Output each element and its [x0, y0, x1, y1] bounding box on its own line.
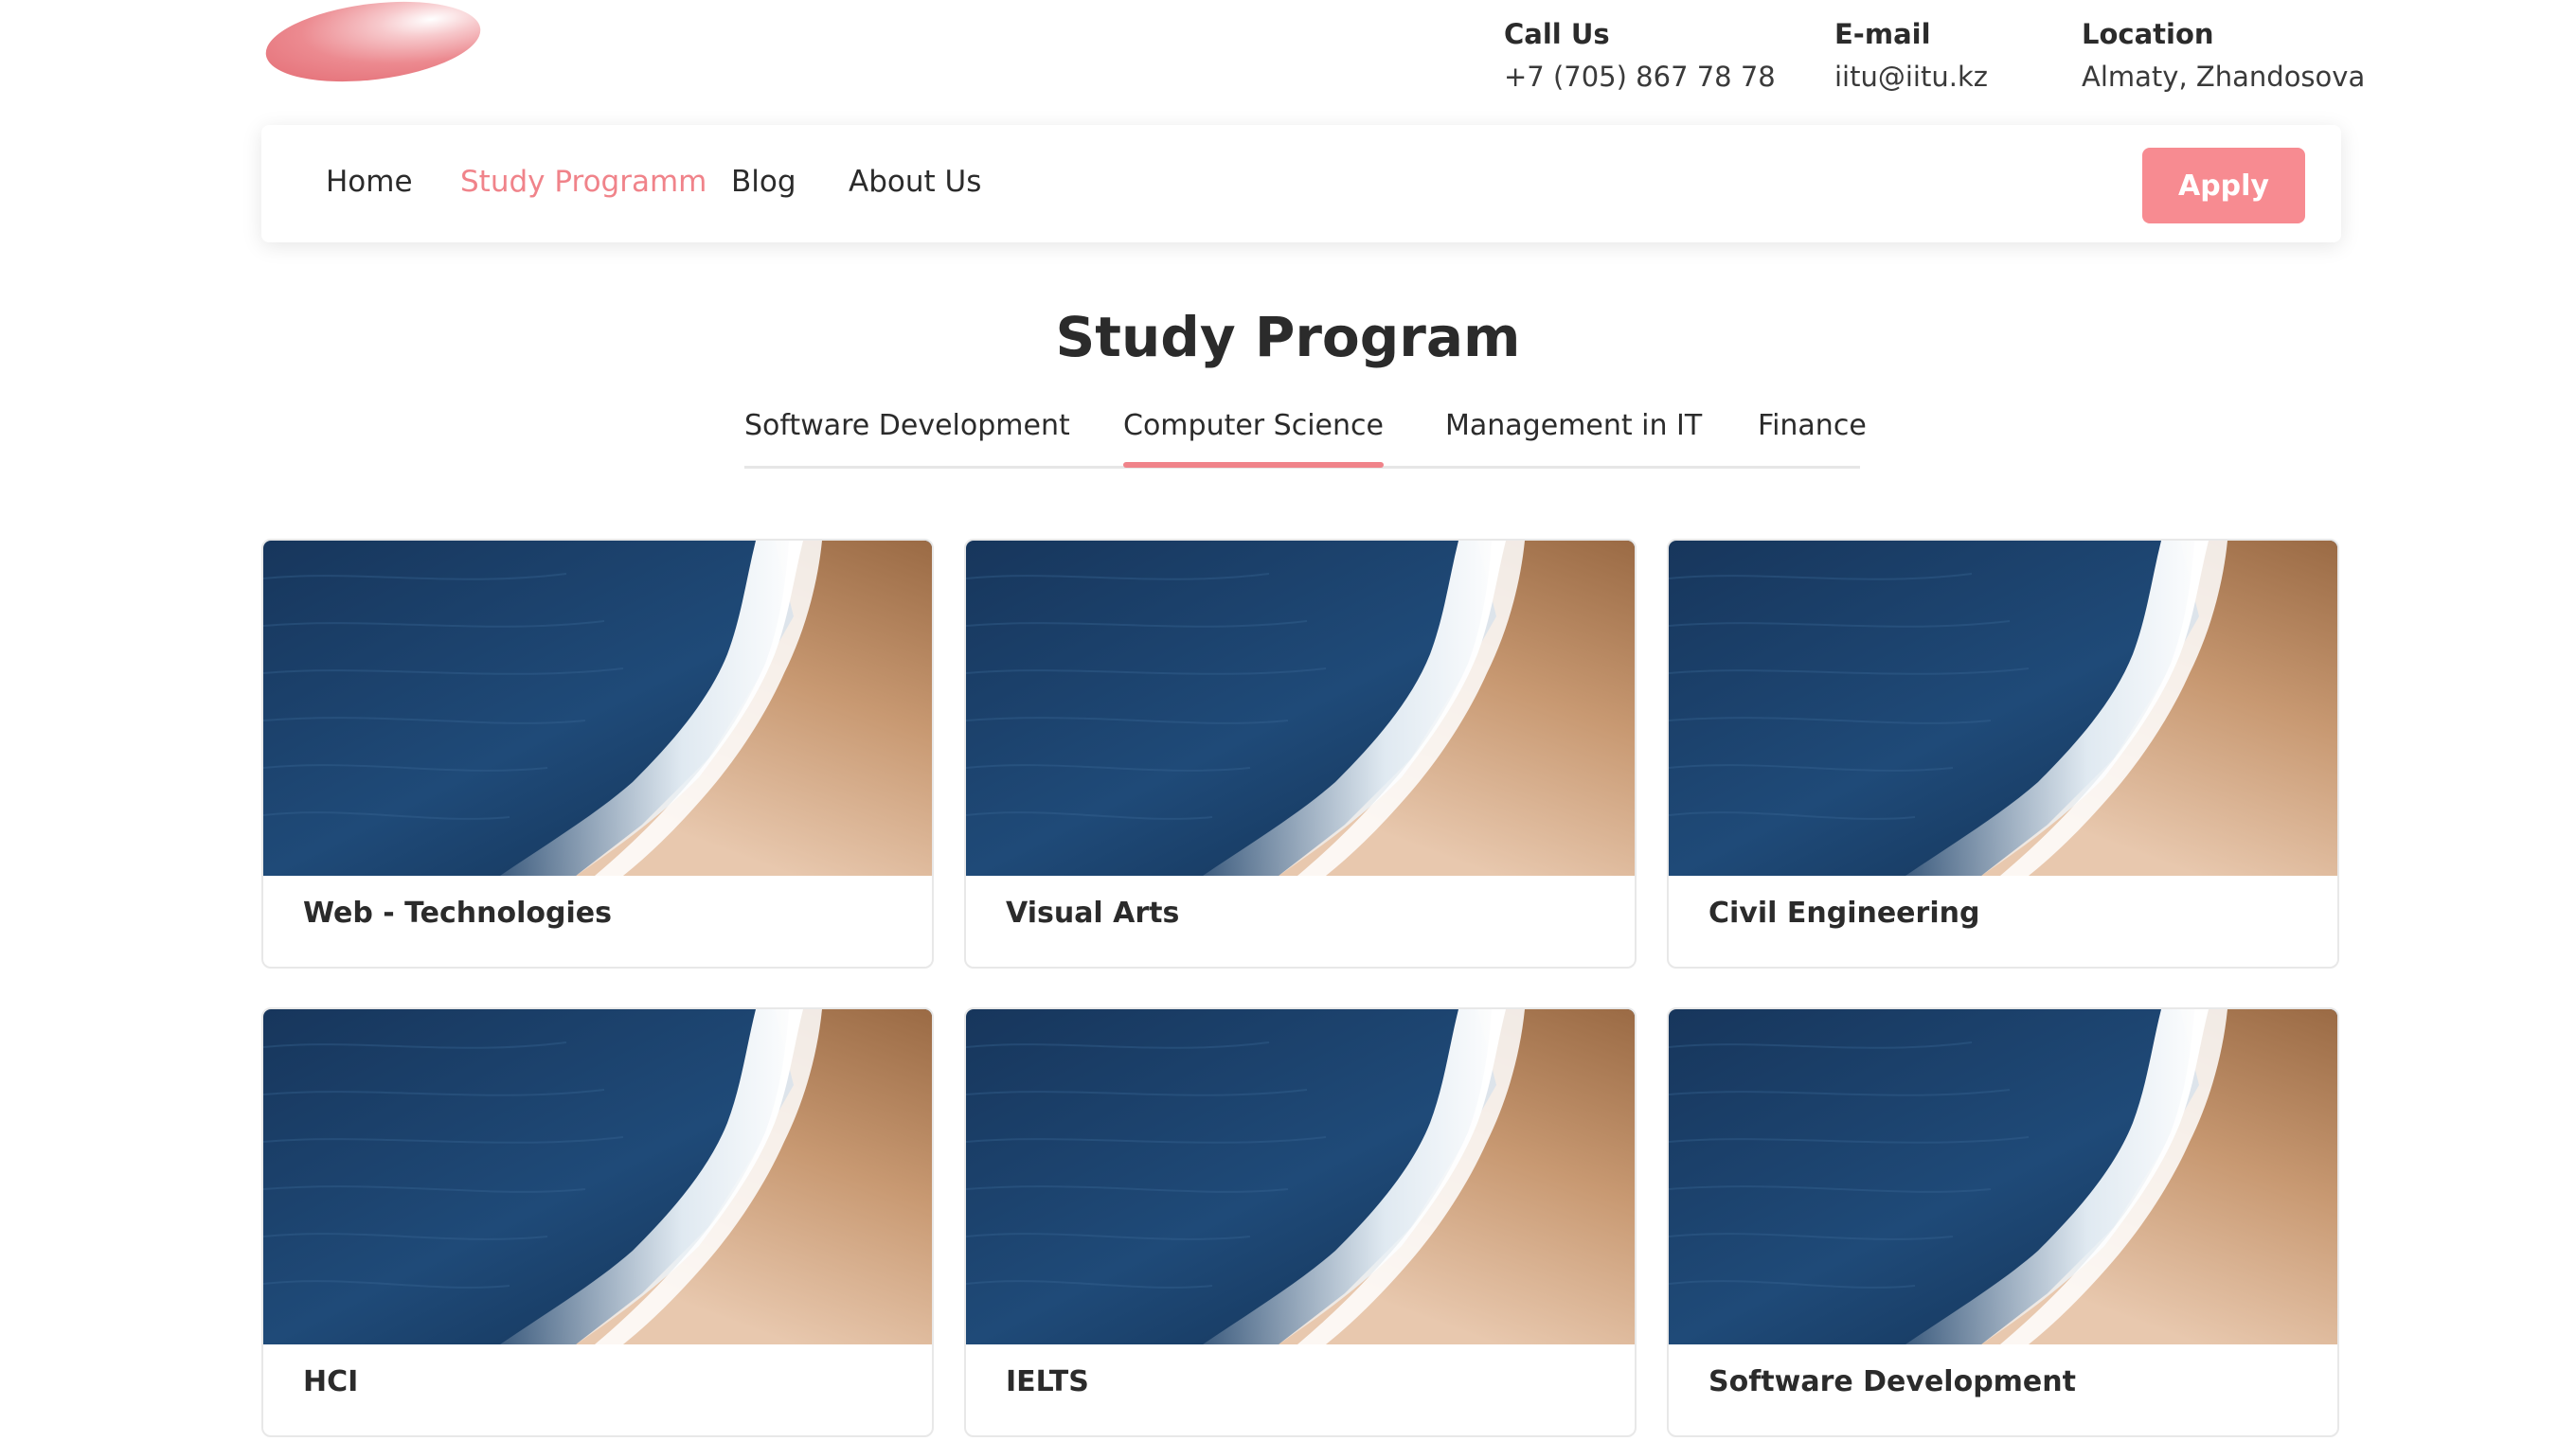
program-card-image	[263, 1009, 932, 1344]
tab-software-development[interactable]: Software Development	[744, 405, 1070, 447]
contact-location: Location Almaty, Zhandosova	[2082, 15, 2365, 98]
contact-phone-value[interactable]: +7 (705) 867 78 78	[1504, 56, 1776, 98]
program-card-title: Software Development	[1708, 1365, 2076, 1398]
program-card[interactable]: Visual Arts	[964, 539, 1637, 969]
program-card-image	[1669, 541, 2337, 876]
program-card-title: HCI	[303, 1365, 359, 1398]
nav-item-study-programm[interactable]: Study Programm	[460, 163, 707, 201]
program-card-title: Web - Technologies	[303, 897, 612, 930]
contact-email-heading: E-mail	[1834, 18, 1931, 50]
logo[interactable]	[260, 0, 486, 93]
program-card-image	[966, 1009, 1635, 1344]
tab-finance[interactable]: Finance	[1758, 405, 1867, 447]
nav-item-home[interactable]: Home	[326, 163, 413, 201]
nav-item-about-us[interactable]: About Us	[849, 163, 981, 201]
contact-location-value: Almaty, Zhandosova	[2082, 61, 2366, 93]
tab-management-in-it[interactable]: Management in IT	[1445, 405, 1702, 447]
program-card-title: Civil Engineering	[1708, 897, 1980, 930]
contact-location-heading: Location	[2082, 18, 2214, 50]
contact-email: E-mail iitu@iitu.kz	[1834, 15, 1988, 98]
program-card[interactable]: Software Development	[1667, 1007, 2339, 1437]
apply-button[interactable]: Apply	[2142, 148, 2305, 223]
program-card-image	[263, 541, 932, 876]
main-navbar: Home Study Programm Blog About Us Apply	[261, 125, 2341, 242]
program-card[interactable]: HCI	[261, 1007, 934, 1437]
program-card-image	[1669, 1009, 2337, 1344]
program-card[interactable]: Web - Technologies	[261, 539, 934, 969]
contact-email-value[interactable]: iitu@iitu.kz	[1834, 56, 1988, 98]
program-card-title: Visual Arts	[1006, 897, 1180, 930]
nav-item-blog[interactable]: Blog	[731, 163, 796, 201]
tab-computer-science[interactable]: Computer Science	[1123, 405, 1384, 468]
program-card-title: IELTS	[1006, 1365, 1089, 1398]
program-card-image	[966, 541, 1635, 876]
program-tabs: Software Development Computer Science Ma…	[744, 405, 1867, 469]
contact-phone-heading: Call Us	[1504, 18, 1610, 50]
contact-phone: Call Us +7 (705) 867 78 78	[1504, 15, 1776, 98]
page-title: Study Program	[1055, 305, 1521, 369]
program-card[interactable]: Civil Engineering	[1667, 539, 2339, 969]
program-card[interactable]: IELTS	[964, 1007, 1637, 1437]
